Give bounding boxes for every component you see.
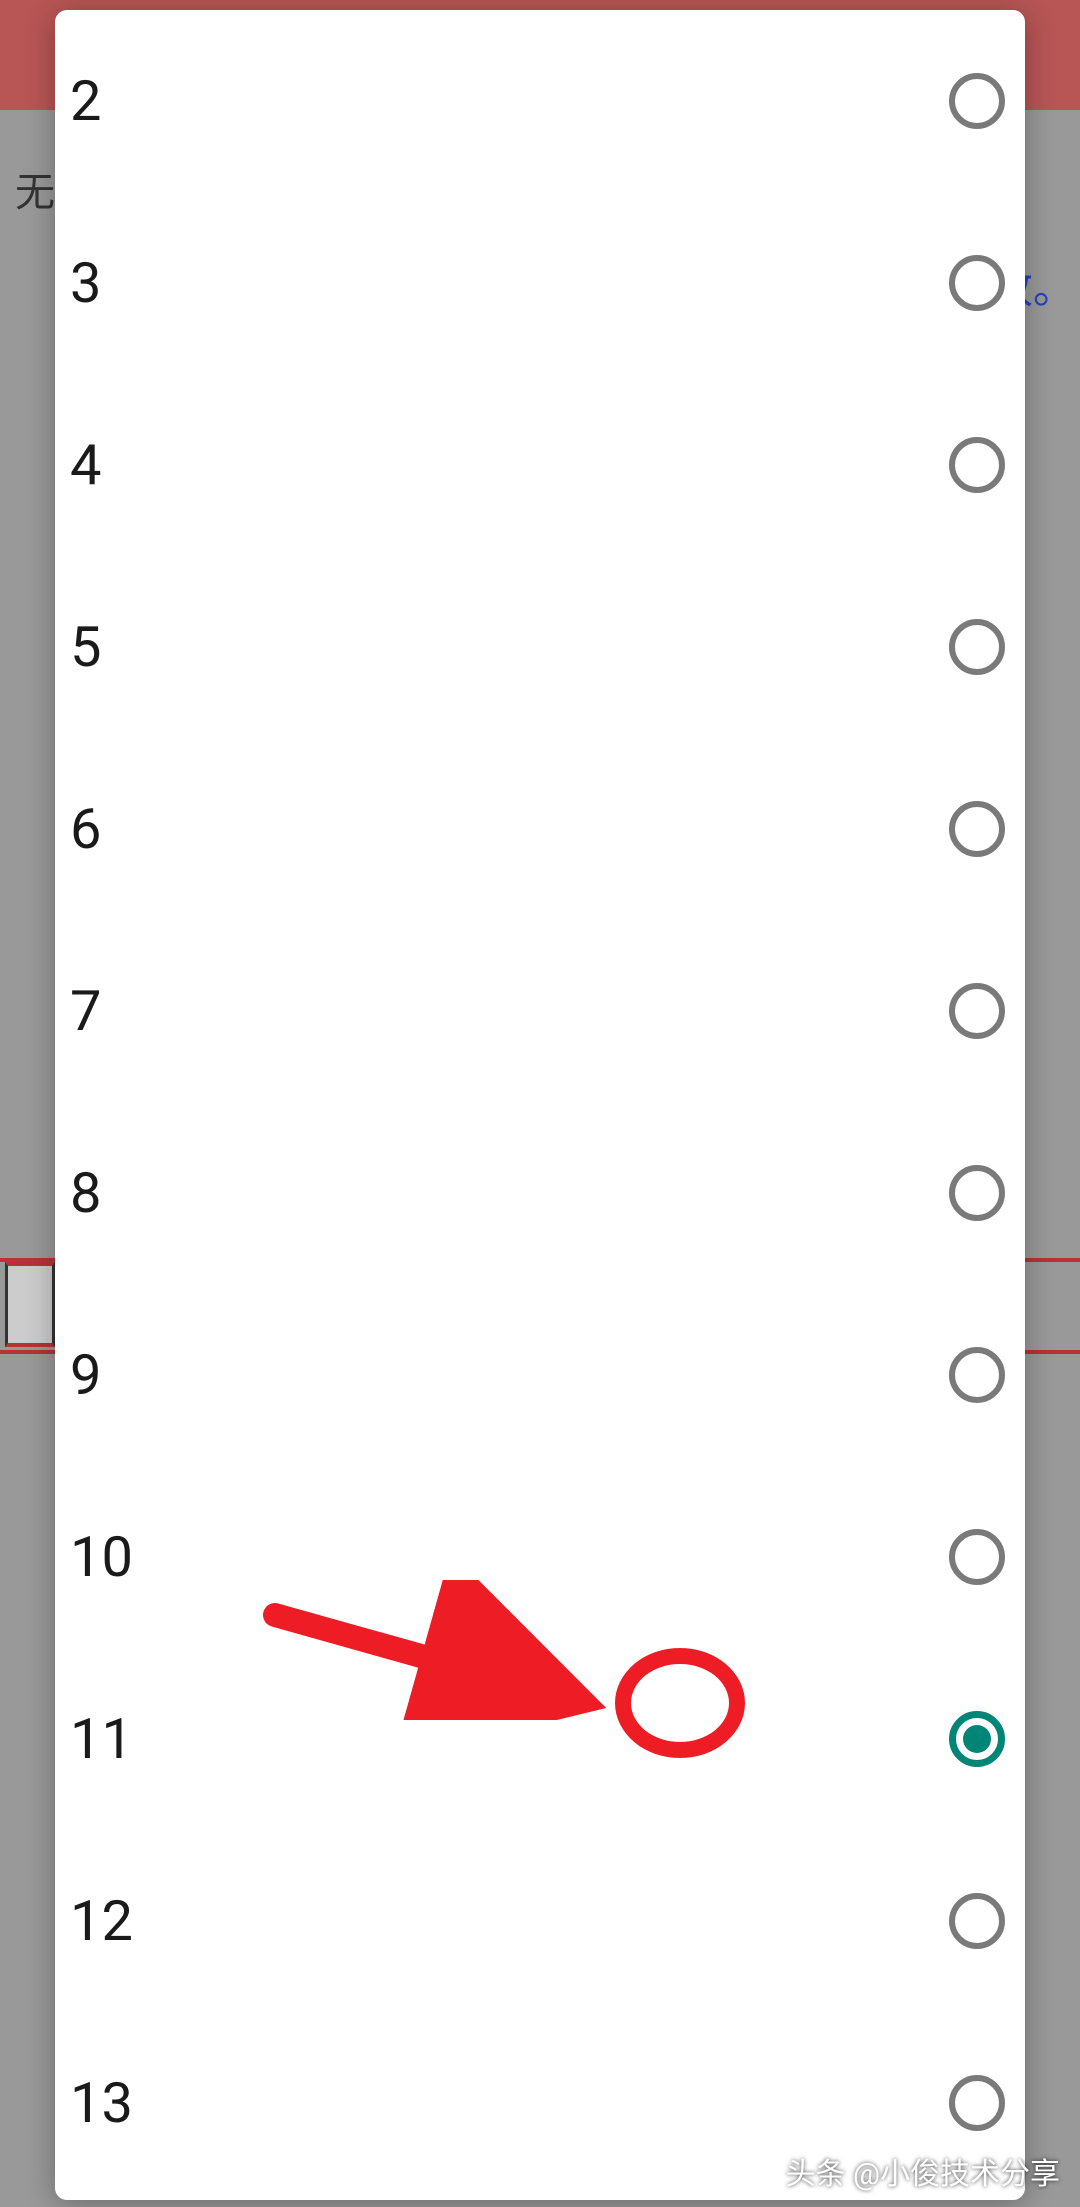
bg-left-text: 无 [15, 160, 55, 218]
radio-selected-icon[interactable] [949, 1711, 1005, 1767]
radio-unselected-icon[interactable] [949, 619, 1005, 675]
option-label: 12 [70, 1888, 133, 1954]
radio-unselected-icon[interactable] [949, 1893, 1005, 1949]
option-row-6[interactable]: 6 [55, 738, 1025, 920]
option-label: 7 [70, 978, 101, 1044]
option-row-8[interactable]: 8 [55, 1102, 1025, 1284]
option-label: 5 [70, 614, 101, 680]
option-label: 8 [70, 1160, 101, 1226]
radio-unselected-icon[interactable] [949, 255, 1005, 311]
option-row-9[interactable]: 9 [55, 1284, 1025, 1466]
option-label: 9 [70, 1342, 101, 1408]
option-row-12[interactable]: 12 [55, 1830, 1025, 2012]
radio-dot-icon [963, 1725, 991, 1753]
bg-input-box [5, 1262, 55, 1347]
option-label: 2 [70, 68, 101, 134]
radio-unselected-icon[interactable] [949, 801, 1005, 857]
option-row-2[interactable]: 2 [55, 10, 1025, 192]
radio-unselected-icon[interactable] [949, 437, 1005, 493]
option-label: 3 [70, 250, 101, 316]
option-label: 6 [70, 796, 101, 862]
option-label: 11 [70, 1706, 133, 1772]
option-label: 4 [70, 432, 101, 498]
option-label: 13 [70, 2070, 133, 2136]
radio-unselected-icon[interactable] [949, 2075, 1005, 2131]
selection-dialog: 2 3 4 5 6 7 8 9 10 11 12 13 [55, 10, 1025, 2200]
option-row-7[interactable]: 7 [55, 920, 1025, 1102]
option-row-3[interactable]: 3 [55, 192, 1025, 374]
option-row-10[interactable]: 10 [55, 1466, 1025, 1648]
option-row-4[interactable]: 4 [55, 374, 1025, 556]
option-row-11[interactable]: 11 [55, 1648, 1025, 1830]
watermark-text: 头条 @小俊技术分享 [786, 2149, 1060, 2193]
radio-unselected-icon[interactable] [949, 1165, 1005, 1221]
radio-unselected-icon[interactable] [949, 1529, 1005, 1585]
radio-unselected-icon[interactable] [949, 983, 1005, 1039]
radio-unselected-icon[interactable] [949, 1347, 1005, 1403]
option-label: 10 [70, 1524, 133, 1590]
radio-unselected-icon[interactable] [949, 73, 1005, 129]
option-row-5[interactable]: 5 [55, 556, 1025, 738]
